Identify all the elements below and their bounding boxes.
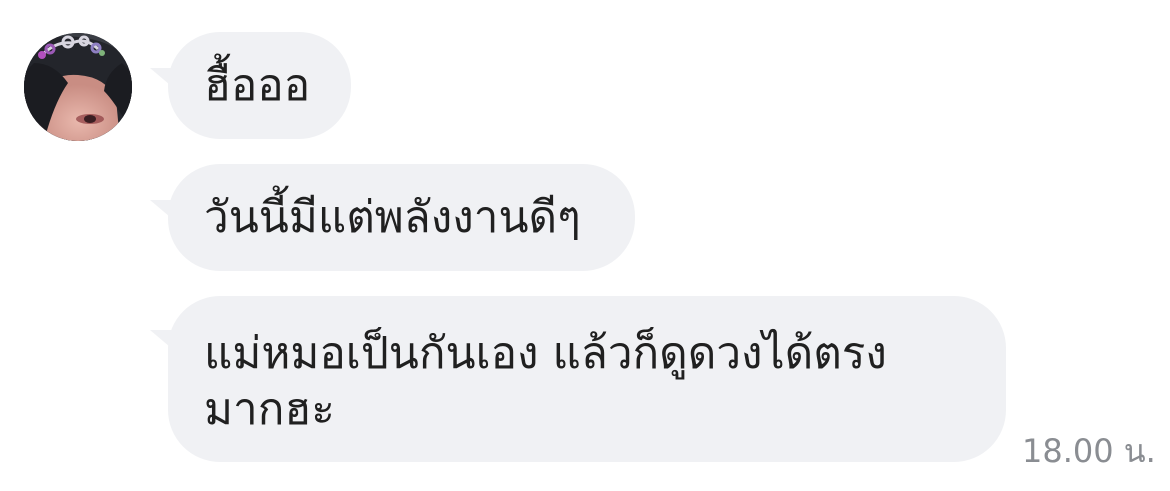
message-timestamp: 18.00 น. <box>1022 432 1156 470</box>
avatar[interactable] <box>24 33 132 141</box>
message-bubble[interactable]: วันนี้มีแต่พลังงานดีๆ <box>168 164 635 271</box>
message-bubble[interactable]: แม่หมอเป็นกันเอง แล้วก็ดูดวงได้ตรงมากฮะ <box>168 296 1006 462</box>
message-text: ฮื้อออ <box>204 60 311 111</box>
message-bubble[interactable]: ฮื้อออ <box>168 32 351 139</box>
message-text: แม่หมอเป็นกันเอง แล้วก็ดูดวงได้ตรงมากฮะ <box>204 328 887 435</box>
user-avatar-photo-icon <box>24 33 132 141</box>
message-text: วันนี้มีแต่พลังงานดีๆ <box>204 192 581 243</box>
